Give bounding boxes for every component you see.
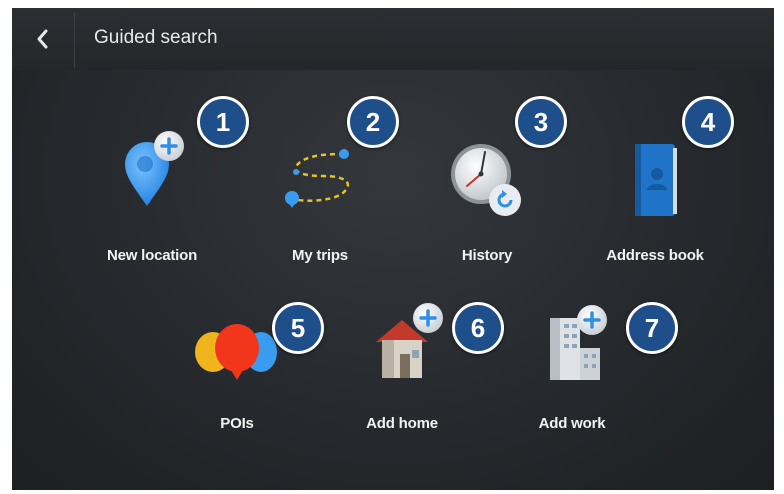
badge-7: 7 bbox=[626, 302, 678, 354]
page-title: Guided search bbox=[94, 27, 218, 48]
tile-label: New location bbox=[106, 247, 198, 264]
my-trips-tile[interactable]: My trips bbox=[250, 128, 390, 278]
history-tile[interactable]: History bbox=[417, 128, 557, 278]
poi-balloons-icon bbox=[195, 324, 277, 380]
guided-search-screen: Guided search New location 1 My trips 2 … bbox=[12, 8, 774, 490]
header-divider bbox=[74, 12, 75, 68]
badge-1: 1 bbox=[197, 96, 249, 148]
badge-3: 3 bbox=[515, 96, 567, 148]
address-book-tile[interactable]: Address book bbox=[585, 128, 725, 278]
add-home-tile[interactable]: Add home bbox=[332, 303, 472, 438]
badge-2: 2 bbox=[347, 96, 399, 148]
location-pin-add-icon bbox=[125, 131, 184, 206]
tile-label: Address book bbox=[606, 247, 704, 264]
office-building-add-icon bbox=[550, 305, 607, 380]
clock-history-icon bbox=[451, 144, 521, 216]
badge-4: 4 bbox=[682, 96, 734, 148]
tile-label: Add work bbox=[538, 415, 606, 432]
address-book-icon bbox=[635, 144, 677, 216]
new-location-tile[interactable]: New location bbox=[82, 128, 222, 278]
tile-label: Add home bbox=[366, 415, 438, 432]
header-bar: Guided search bbox=[12, 8, 774, 70]
badge-6: 6 bbox=[452, 302, 504, 354]
back-button[interactable] bbox=[12, 8, 74, 70]
route-trips-icon bbox=[285, 149, 350, 208]
add-work-tile[interactable]: Add work bbox=[502, 305, 642, 438]
chevron-left-icon bbox=[37, 29, 48, 49]
tile-label: History bbox=[461, 247, 513, 264]
tile-label: My trips bbox=[292, 247, 348, 264]
badge-5: 5 bbox=[272, 302, 324, 354]
house-add-icon bbox=[376, 303, 443, 378]
tile-label: POIs bbox=[220, 415, 254, 432]
